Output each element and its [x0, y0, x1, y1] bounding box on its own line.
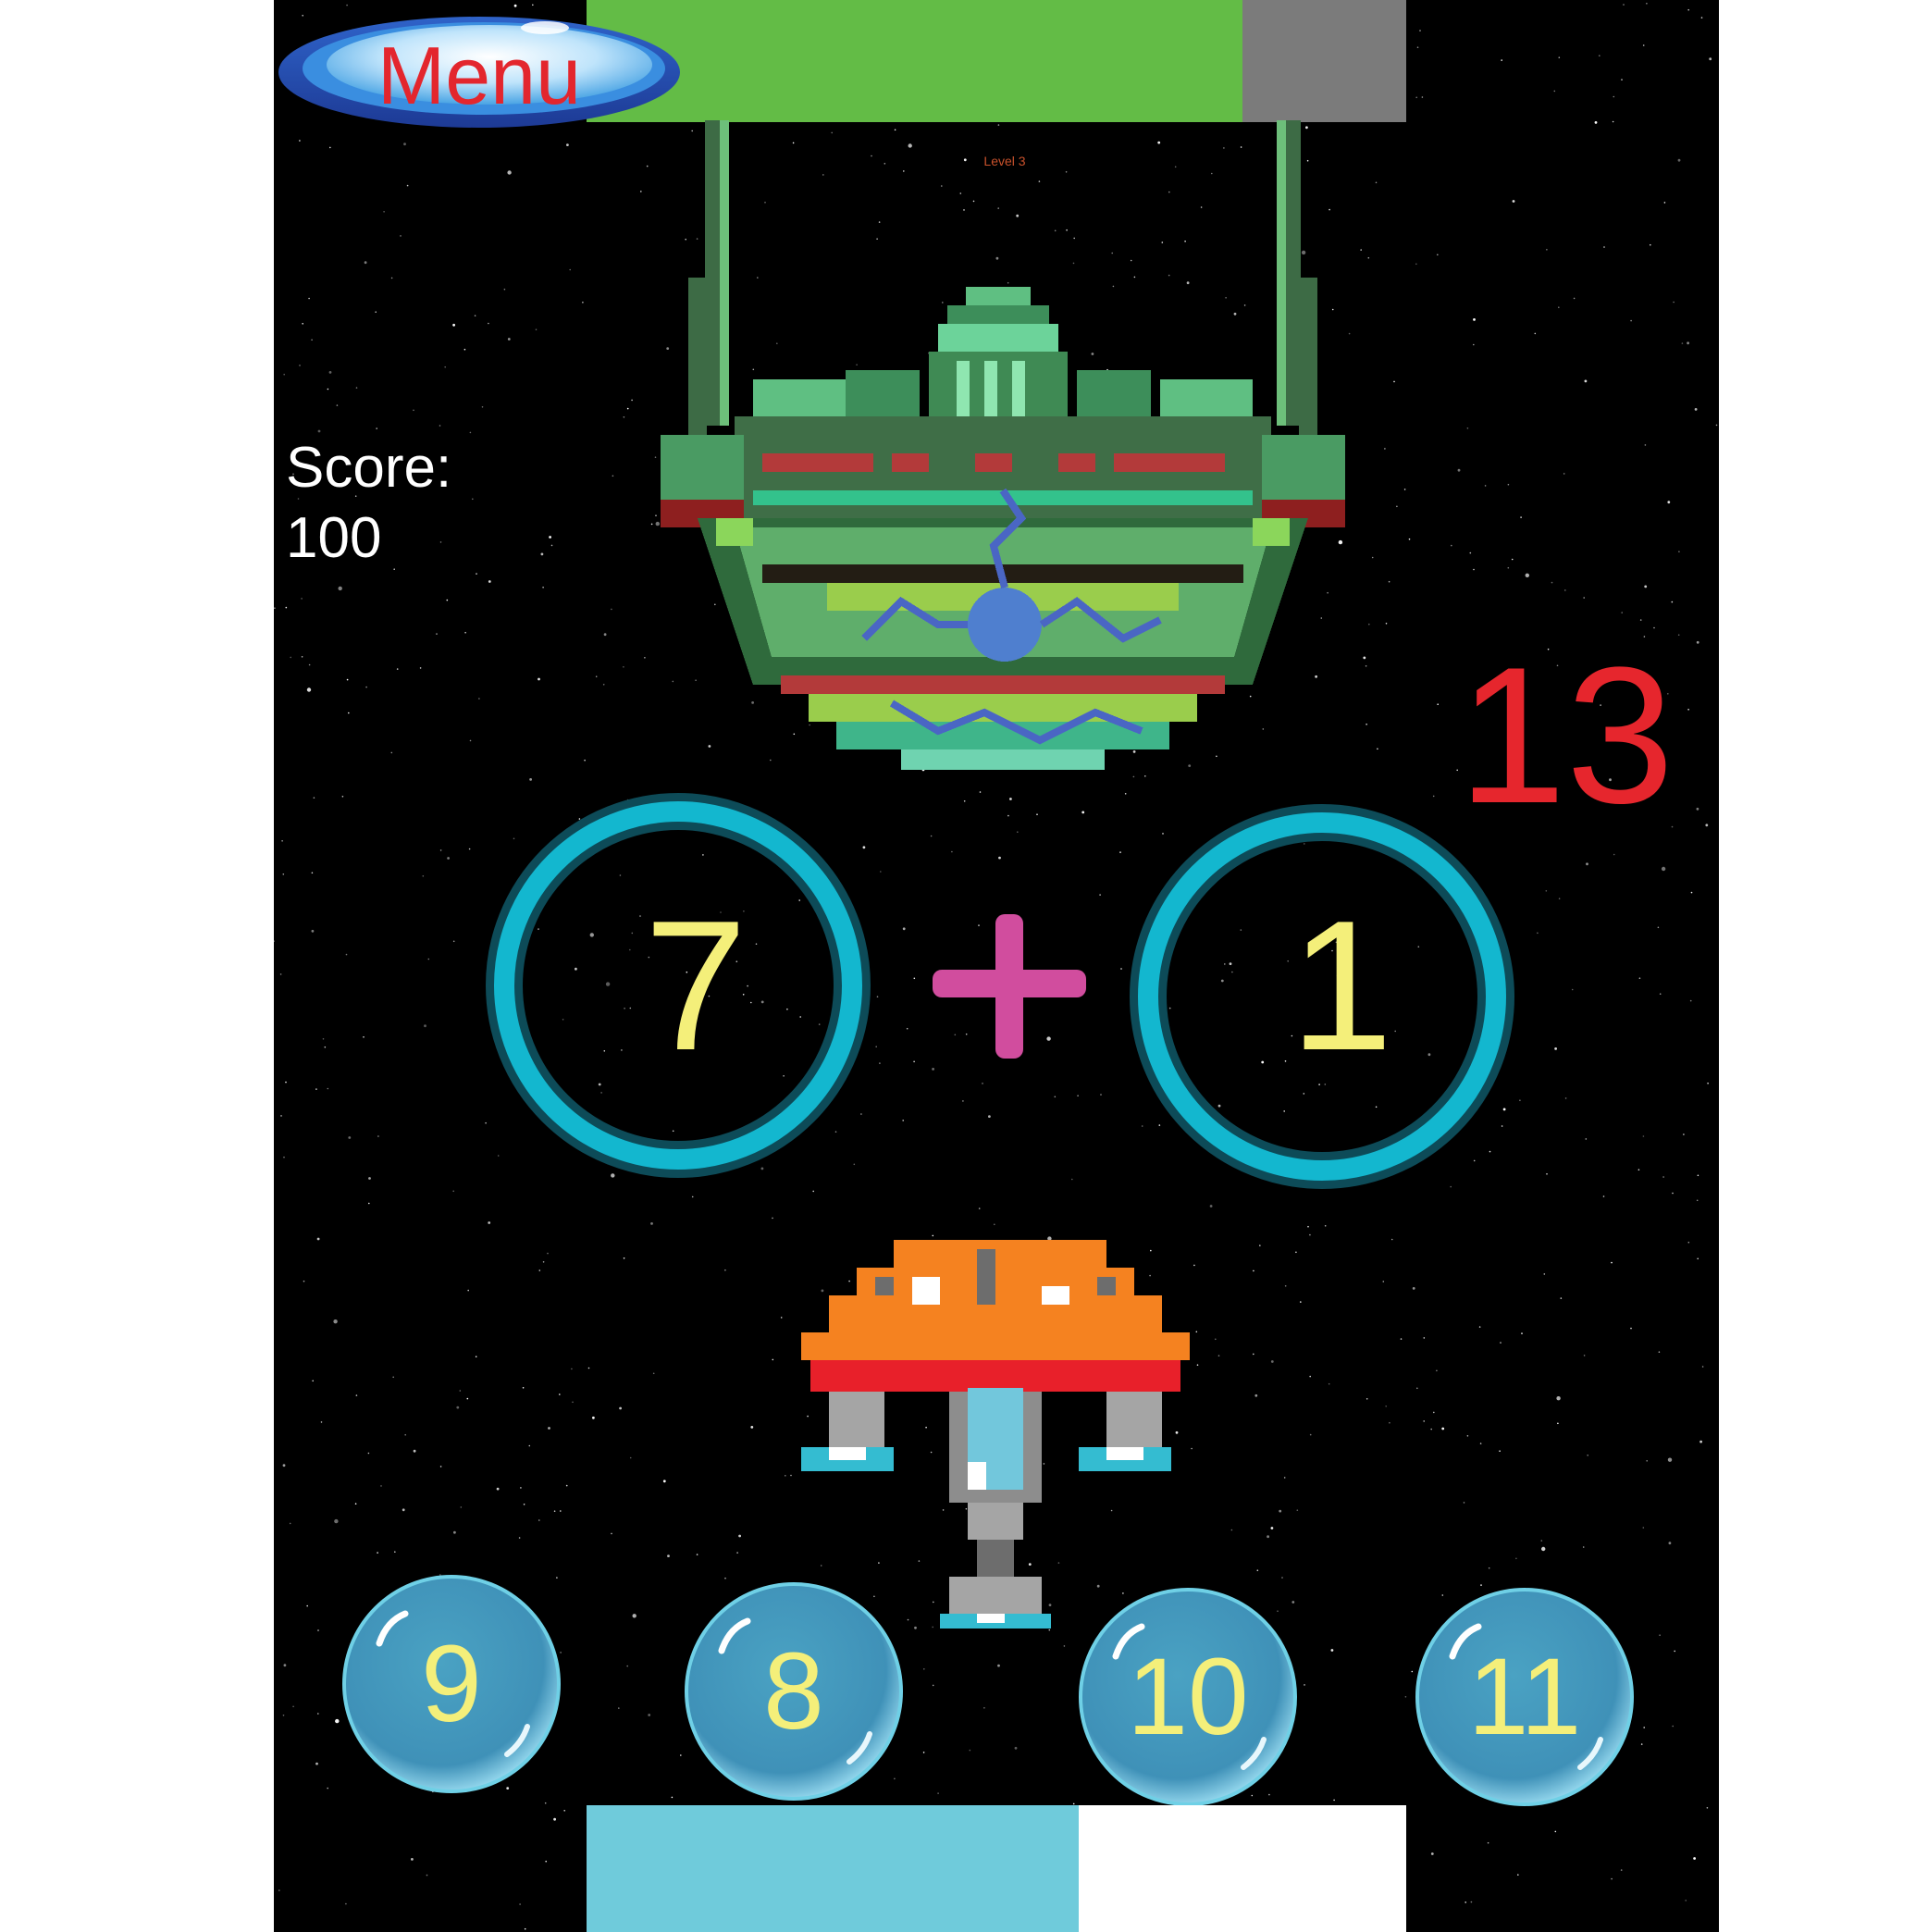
- score-value: 100: [286, 506, 382, 570]
- menu-button[interactable]: Menu: [277, 15, 682, 130]
- answer-bubble[interactable]: 8: [683, 1580, 905, 1802]
- progress-bar: [587, 1805, 1406, 1932]
- answer-label: 10: [1127, 1636, 1249, 1758]
- answer-bubble[interactable]: 9: [340, 1573, 562, 1795]
- plus-icon: [933, 914, 1086, 1059]
- right-operand: 1: [1290, 883, 1393, 1089]
- answer-label: 9: [421, 1623, 482, 1745]
- answer-bubble[interactable]: 10: [1077, 1586, 1299, 1808]
- answer-label: 8: [763, 1630, 824, 1752]
- score-label: Score:: [286, 436, 452, 500]
- score-display: Score: 100: [286, 433, 451, 574]
- answer-bubble[interactable]: 11: [1414, 1586, 1636, 1808]
- progress-bar-fill: [587, 1805, 1079, 1932]
- menu-button-label: Menu: [377, 30, 582, 121]
- health-bar-fill: [587, 0, 1242, 122]
- health-bar: [587, 0, 1406, 122]
- game-stage: Menu Level 3 Score: 100 13 7 1 9 8 10 11: [274, 0, 1719, 1932]
- left-operand: 7: [644, 883, 748, 1089]
- alien-mothership-icon: [661, 120, 1345, 770]
- answer-label: 11: [1467, 1636, 1582, 1758]
